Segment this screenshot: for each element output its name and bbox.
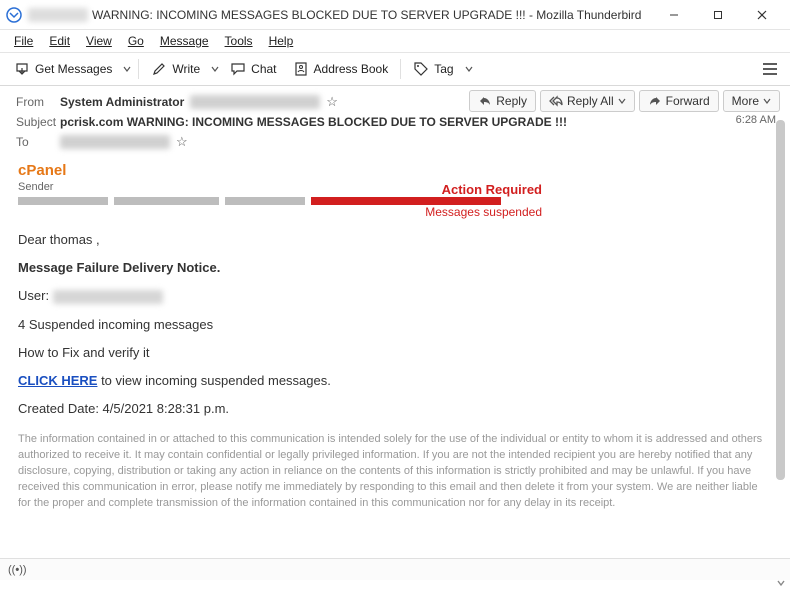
menu-edit[interactable]: Edit [41, 32, 78, 50]
to-address-redacted [60, 135, 170, 149]
reply-all-label: Reply All [567, 94, 614, 108]
statusbar: ((•)) [0, 558, 790, 580]
user-label: User: [18, 288, 49, 303]
tag-button[interactable]: Tag [405, 58, 461, 80]
separator [400, 59, 401, 79]
greeting: Dear thomas , [18, 231, 772, 249]
vertical-scrollbar[interactable] [774, 120, 788, 590]
reply-all-icon [549, 94, 563, 108]
reply-button[interactable]: Reply [469, 90, 536, 112]
chat-icon [230, 61, 246, 77]
menu-help[interactable]: Help [261, 32, 302, 50]
subject-text: pcrisk.com WARNING: INCOMING MESSAGES BL… [60, 115, 567, 129]
created-date: Created Date: 4/5/2021 8:28:31 p.m. [18, 400, 772, 418]
howto-line: How to Fix and verify it [18, 344, 772, 362]
to-label: To [16, 135, 60, 149]
menu-go[interactable]: Go [120, 32, 152, 50]
progress-bars [18, 197, 772, 205]
online-status-icon[interactable]: ((•)) [8, 564, 27, 576]
user-line: User: [18, 287, 772, 305]
more-label: More [732, 94, 759, 108]
user-redacted [53, 290, 163, 304]
write-label: Write [172, 62, 200, 76]
toolbar: Get Messages Write Chat Address Book Tag [0, 52, 790, 86]
minimize-button[interactable] [652, 1, 696, 29]
from-name[interactable]: System Administrator [60, 95, 184, 109]
message-time: 6:28 AM [736, 114, 776, 126]
address-book-button[interactable]: Address Book [285, 58, 397, 80]
bar-segment [225, 197, 305, 205]
action-box: Action Required Messages suspended [425, 182, 542, 219]
forward-label: Forward [666, 94, 710, 108]
menubar: File Edit View Go Message Tools Help [0, 30, 790, 52]
from-label: From [16, 95, 60, 109]
messages-suspended-text: Messages suspended [425, 205, 542, 219]
titlebar: WARNING: INCOMING MESSAGES BLOCKED DUE T… [0, 0, 790, 30]
maximize-button[interactable] [696, 1, 740, 29]
bar-segment [18, 197, 108, 205]
star-recipient-icon[interactable]: ☆ [176, 134, 188, 150]
star-contact-icon[interactable]: ☆ [326, 94, 338, 110]
action-required-text: Action Required [425, 182, 542, 197]
suspended-count: 4 Suspended incoming messages [18, 316, 772, 334]
menu-view[interactable]: View [78, 32, 120, 50]
separator [138, 59, 139, 79]
reply-toolbar: Reply Reply All Forward More [465, 90, 780, 112]
brand-logo-text: cPanel [18, 162, 772, 179]
failure-notice: Message Failure Delivery Notice. [18, 259, 772, 277]
bar-segment [114, 197, 219, 205]
address-book-icon [293, 61, 309, 77]
tag-dropdown[interactable] [462, 62, 476, 76]
tag-icon [413, 61, 429, 77]
forward-icon [648, 94, 662, 108]
menu-message[interactable]: Message [152, 32, 217, 50]
click-here-link[interactable]: CLICK HERE [18, 373, 97, 388]
reply-label: Reply [496, 94, 527, 108]
address-book-label: Address Book [314, 62, 389, 76]
app-icon [6, 7, 22, 23]
scrollbar-thumb[interactable] [776, 120, 785, 480]
message-body: cPanel Sender Action Required Messages s… [0, 156, 790, 580]
download-icon [14, 61, 30, 77]
click-rest: to view incoming suspended messages. [97, 373, 330, 388]
write-dropdown[interactable] [208, 62, 222, 76]
chat-button[interactable]: Chat [222, 58, 284, 80]
get-messages-button[interactable]: Get Messages [6, 58, 120, 80]
reply-all-button[interactable]: Reply All [540, 90, 635, 112]
disclaimer-text: The information contained in or attached… [18, 432, 772, 512]
menu-tools[interactable]: Tools [217, 32, 261, 50]
forward-button[interactable]: Forward [639, 90, 719, 112]
get-messages-label: Get Messages [35, 62, 112, 76]
write-button[interactable]: Write [143, 58, 208, 80]
menu-file[interactable]: File [6, 32, 41, 50]
from-address-redacted [190, 95, 320, 109]
subject-label: Subject [16, 115, 60, 129]
title-redacted [28, 8, 88, 22]
sender-label: Sender [18, 181, 772, 193]
close-button[interactable] [740, 1, 784, 29]
message-header: Reply Reply All Forward More From System… [0, 86, 790, 156]
reply-icon [478, 94, 492, 108]
more-button[interactable]: More [723, 90, 780, 112]
click-line: CLICK HERE to view incoming suspended me… [18, 372, 772, 390]
get-messages-dropdown[interactable] [120, 62, 134, 76]
chat-label: Chat [251, 62, 276, 76]
window-title: WARNING: INCOMING MESSAGES BLOCKED DUE T… [92, 8, 641, 22]
app-menu-button[interactable] [756, 58, 784, 80]
pencil-icon [151, 61, 167, 77]
tag-label: Tag [434, 62, 453, 76]
